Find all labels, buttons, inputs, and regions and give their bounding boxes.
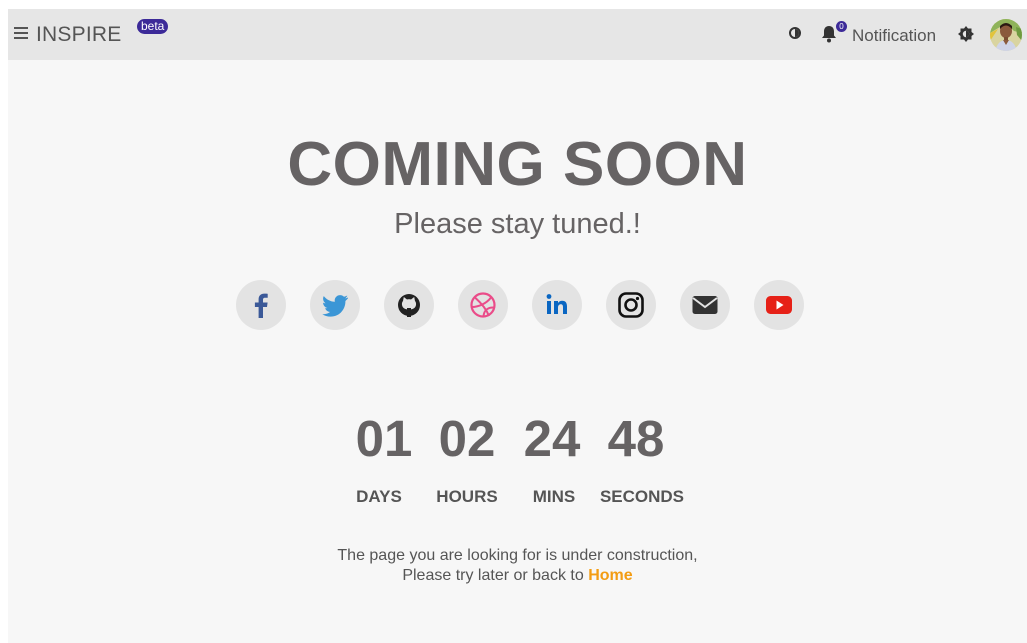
countdown-days-label: DAYS <box>356 487 402 506</box>
top-navbar: INSPIRE beta 0 Notification <box>8 9 1027 60</box>
notification-label[interactable]: Notification <box>852 26 936 46</box>
github-icon <box>398 294 420 317</box>
countdown-seconds-label: SECONDS <box>599 487 685 506</box>
countdown-hours-label: HOURS <box>436 487 498 506</box>
page-subtitle: Please stay tuned.! <box>394 208 641 240</box>
home-link[interactable]: Home <box>588 567 632 584</box>
dribbble-link[interactable] <box>458 280 508 330</box>
instagram-link[interactable] <box>606 280 656 330</box>
countdown-seconds-value: 48 <box>607 410 665 467</box>
page: INSPIRE beta 0 Notification COMING SOON … <box>8 9 1027 643</box>
github-link[interactable] <box>384 280 434 330</box>
facebook-link[interactable] <box>236 280 286 330</box>
instagram-icon <box>618 292 644 318</box>
bell-icon[interactable] <box>821 25 837 43</box>
construction-message-line1: The page you are looking for is under co… <box>337 547 698 564</box>
page-title: COMING SOON <box>287 130 748 199</box>
twitter-icon <box>322 295 348 317</box>
settings-gear-icon[interactable] <box>958 26 974 42</box>
countdown-hours-value: 02 <box>438 410 496 467</box>
notification-count-badge: 0 <box>836 21 847 32</box>
email-link[interactable] <box>680 280 730 330</box>
countdown-days-value: 01 <box>355 410 413 467</box>
beta-badge: beta <box>137 19 169 34</box>
facebook-icon <box>254 293 268 318</box>
countdown-mins-value: 24 <box>523 410 581 467</box>
dribbble-icon <box>470 292 496 318</box>
contrast-toggle-icon[interactable] <box>789 27 801 39</box>
construction-message-text: Please try later or back to <box>402 567 584 584</box>
twitter-link[interactable] <box>310 280 360 330</box>
countdown-mins-label: MINS <box>532 487 576 506</box>
hamburger-menu-icon[interactable] <box>14 25 32 41</box>
brand-logo-text[interactable]: INSPIRE <box>36 23 121 47</box>
youtube-link[interactable] <box>754 280 804 330</box>
envelope-icon <box>692 296 718 314</box>
youtube-icon <box>766 296 792 314</box>
construction-message-line2: Please try later or back to Home <box>8 567 1027 585</box>
user-avatar[interactable] <box>990 19 1022 51</box>
linkedin-link[interactable] <box>532 280 582 330</box>
linkedin-icon <box>546 294 567 314</box>
